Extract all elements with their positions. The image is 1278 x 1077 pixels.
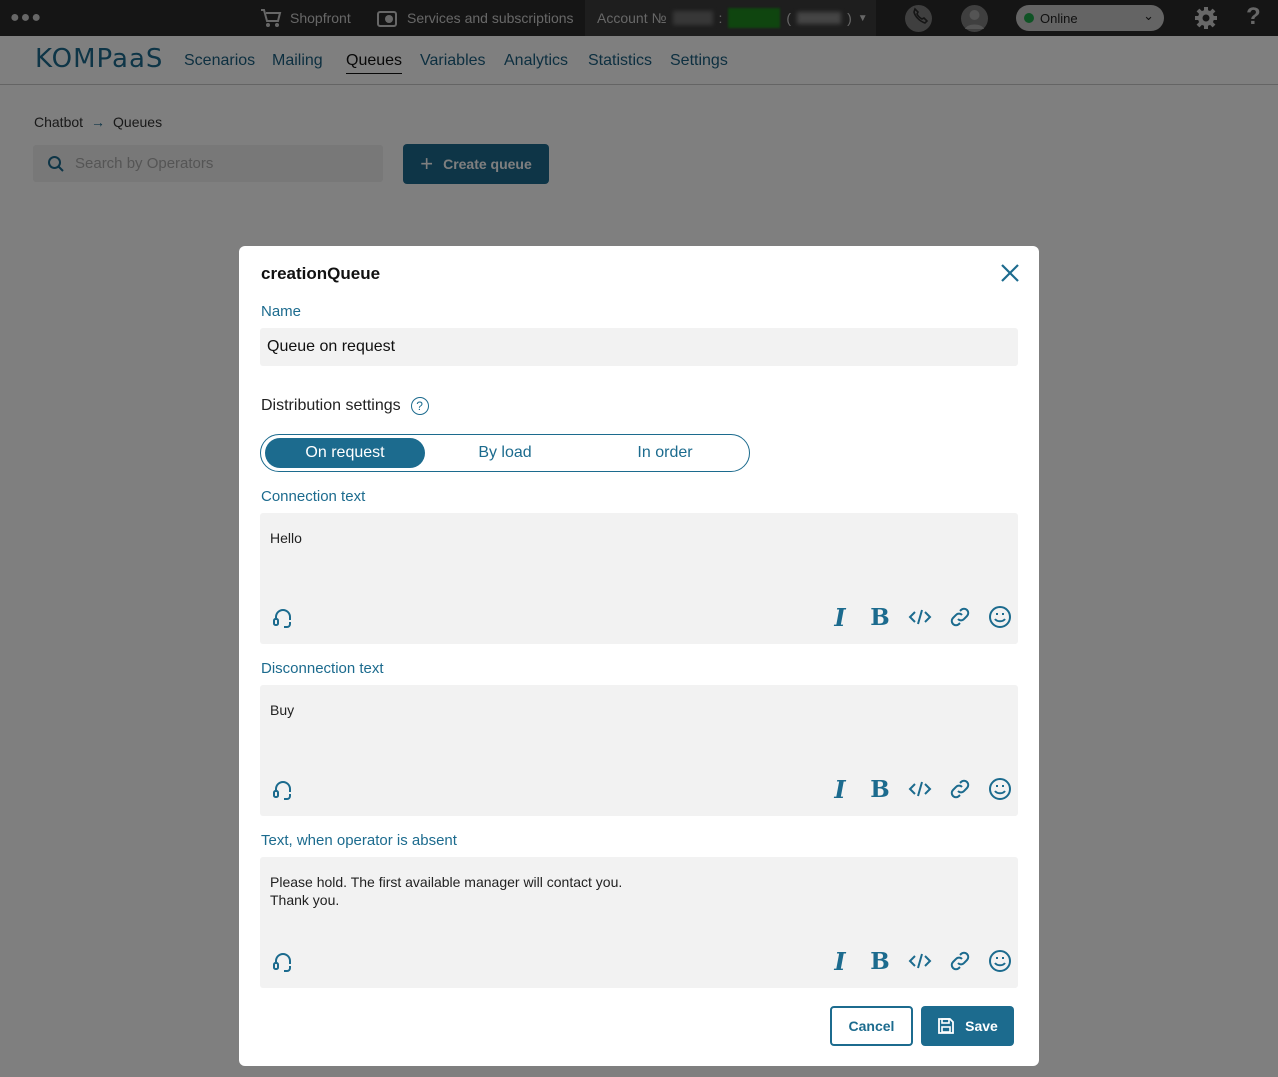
help-circle-icon[interactable]: ?: [410, 397, 429, 415]
italic-icon[interactable]: I: [828, 603, 852, 632]
bold-icon[interactable]: B: [868, 604, 892, 631]
disconnection-text-editor[interactable]: Buy I B: [260, 685, 1018, 816]
option-on-request[interactable]: On request: [265, 438, 425, 468]
distribution-settings-label: Distribution settings ?: [261, 397, 429, 415]
disconnection-text-value[interactable]: Buy: [270, 701, 294, 719]
create-queue-dialog: creationQueue Name Queue on request Dist…: [239, 246, 1039, 1066]
italic-icon[interactable]: I: [828, 947, 852, 976]
emoji-icon[interactable]: [988, 949, 1012, 973]
format-toolbar: I B: [828, 603, 1012, 632]
format-toolbar: I B: [828, 775, 1012, 804]
headset-icon[interactable]: [272, 951, 294, 973]
absent-text-label: Text, when operator is absent: [261, 832, 457, 849]
headset-icon[interactable]: [272, 607, 294, 629]
emoji-icon[interactable]: [988, 777, 1012, 801]
connection-text-editor[interactable]: Hello I B: [260, 513, 1018, 644]
option-in-order[interactable]: In order: [585, 438, 745, 468]
connection-text-value[interactable]: Hello: [270, 529, 302, 547]
bold-icon[interactable]: B: [868, 776, 892, 803]
option-by-load[interactable]: By load: [425, 438, 585, 468]
save-label: Save: [965, 1018, 998, 1034]
save-button[interactable]: Save: [921, 1006, 1014, 1046]
format-toolbar: I B: [828, 947, 1012, 976]
close-icon[interactable]: [999, 262, 1021, 284]
headset-icon[interactable]: [272, 779, 294, 801]
code-icon[interactable]: [908, 949, 932, 973]
link-icon[interactable]: [948, 605, 972, 629]
name-label: Name: [261, 303, 302, 320]
italic-icon[interactable]: I: [828, 775, 852, 804]
link-icon[interactable]: [948, 949, 972, 973]
disconnection-text-label: Disconnection text: [261, 660, 384, 677]
save-icon: [938, 1018, 955, 1034]
connection-text-label: Connection text: [261, 488, 366, 505]
distribution-toggle: On request By load In order: [260, 434, 750, 472]
bold-icon[interactable]: B: [868, 948, 892, 975]
absent-text-editor[interactable]: Please hold. The first available manager…: [260, 857, 1018, 988]
link-icon[interactable]: [948, 777, 972, 801]
code-icon[interactable]: [908, 605, 932, 629]
name-input[interactable]: Queue on request: [260, 328, 1018, 366]
code-icon[interactable]: [908, 777, 932, 801]
dialog-title: creationQueue: [261, 264, 381, 283]
absent-text-value[interactable]: Please hold. The first available manager…: [270, 873, 622, 909]
distribution-label-text: Distribution settings: [261, 397, 401, 414]
cancel-button[interactable]: Cancel: [830, 1006, 913, 1046]
emoji-icon[interactable]: [988, 605, 1012, 629]
